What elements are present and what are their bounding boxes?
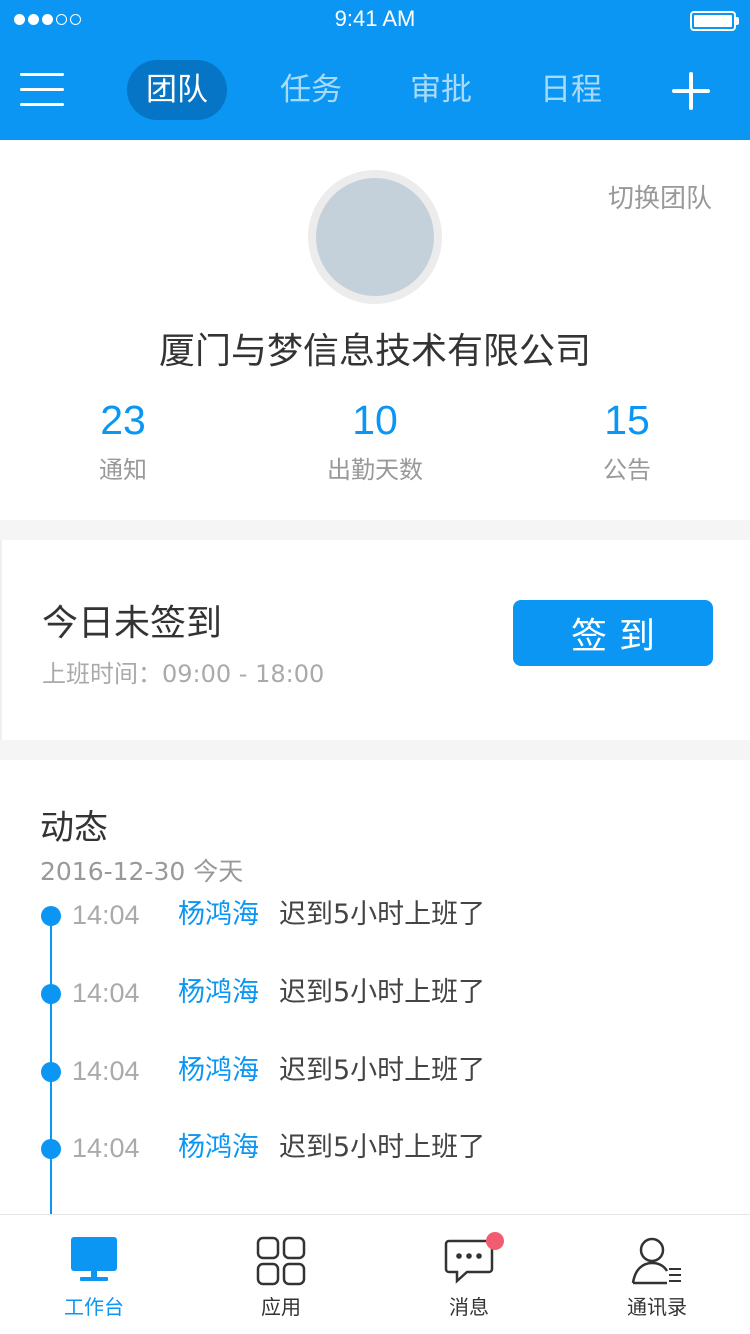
app-header: 9:41 AM 团队 任务 审批 日程 — [0, 0, 750, 140]
bottom-tabbar: 工作台 应用 消息 通讯录 — [0, 1214, 750, 1334]
plus-icon[interactable] — [672, 72, 710, 110]
activity-feed: 动态 2016-12-30 今天 14:04 杨鸿海 迟到5小时上班了 14:0… — [0, 760, 750, 1214]
nav-apps[interactable]: 应用 — [187, 1215, 375, 1334]
timeline-dot — [41, 906, 61, 926]
list-item: 14:04 杨鸿海 迟到5小时上班了 — [0, 897, 750, 937]
feed-text: 迟到5小时上班了 — [279, 1132, 486, 1163]
tab-approval[interactable]: 审批 — [391, 60, 491, 120]
battery-nub — [736, 17, 739, 25]
feed-user-link[interactable]: 杨鸿海 — [178, 1053, 259, 1089]
status-bar: 9:41 AM — [0, 0, 750, 40]
tab-tasks[interactable]: 任务 — [261, 60, 361, 120]
list-item: 14:04 杨鸿海 迟到5小时上班了 — [0, 1130, 750, 1170]
message-badge — [486, 1232, 504, 1250]
apps-grid-icon — [256, 1236, 306, 1286]
checkin-button[interactable]: 签到 — [513, 600, 713, 666]
checkin-card: 今日未签到 上班时间：09:00 - 18:00 签到 — [0, 540, 750, 740]
feed-user-link[interactable]: 杨鸿海 — [178, 897, 259, 933]
feed-text: 迟到5小时上班了 — [279, 899, 486, 930]
work-hours: 上班时间：09:00 - 18:00 — [42, 660, 325, 688]
feed-text: 迟到5小时上班了 — [279, 1055, 486, 1086]
contacts-icon — [631, 1237, 681, 1285]
activity-title: 动态 — [40, 808, 108, 848]
stat-label: 通知 — [99, 456, 147, 484]
menu-icon[interactable] — [20, 73, 64, 107]
feed-user-link[interactable]: 杨鸿海 — [178, 975, 259, 1011]
feed-text: 迟到5小时上班了 — [279, 977, 486, 1008]
team-card: 切换团队 厦门与梦信息技术有限公司 23 通知 10 出勤天数 15 公告 — [0, 140, 750, 520]
nav-label: 工作台 — [64, 1295, 124, 1319]
stat-value: 23 — [100, 397, 146, 443]
stat-label: 出勤天数 — [327, 456, 423, 484]
stat-value: 15 — [604, 397, 650, 443]
battery-icon — [690, 11, 736, 31]
timeline-dot — [41, 1062, 61, 1082]
list-item: 14:04 杨鸿海 迟到5小时上班了 — [0, 1053, 750, 1093]
nav-label: 应用 — [261, 1295, 301, 1319]
nav-messages[interactable]: 消息 — [375, 1215, 563, 1334]
nav-label: 消息 — [449, 1295, 489, 1319]
feed-time: 14:04 — [72, 900, 140, 930]
team-avatar[interactable] — [308, 170, 442, 304]
stat-label: 公告 — [603, 456, 651, 484]
tab-team[interactable]: 团队 — [127, 60, 227, 120]
company-name: 厦门与梦信息技术有限公司 — [158, 331, 591, 372]
feed-time: 14:04 — [72, 1133, 140, 1163]
nav-label: 通讯录 — [627, 1295, 687, 1319]
list-item: 14:04 杨鸿海 迟到5小时上班了 — [0, 975, 750, 1015]
status-time: 9:41 AM — [334, 6, 416, 31]
timeline-dot — [41, 984, 61, 1004]
monitor-icon — [71, 1237, 117, 1281]
nav-contacts[interactable]: 通讯录 — [563, 1215, 750, 1334]
switch-team-link[interactable]: 切换团队 — [608, 178, 712, 215]
timeline-dot — [41, 1139, 61, 1159]
stat-notifications[interactable]: 23 通知 — [0, 392, 248, 485]
feed-time: 14:04 — [72, 978, 140, 1008]
checkin-status: 今日未签到 — [42, 603, 223, 644]
tab-schedule[interactable]: 日程 — [521, 60, 621, 120]
stat-value: 10 — [352, 397, 398, 443]
activity-date: 2016-12-30 今天 — [40, 857, 244, 886]
nav-workbench[interactable]: 工作台 — [0, 1215, 188, 1334]
stat-announcements[interactable]: 15 公告 — [502, 392, 750, 485]
stat-attendance[interactable]: 10 出勤天数 — [250, 392, 500, 485]
feed-user-link[interactable]: 杨鸿海 — [178, 1130, 259, 1166]
feed-time: 14:04 — [72, 1056, 140, 1086]
